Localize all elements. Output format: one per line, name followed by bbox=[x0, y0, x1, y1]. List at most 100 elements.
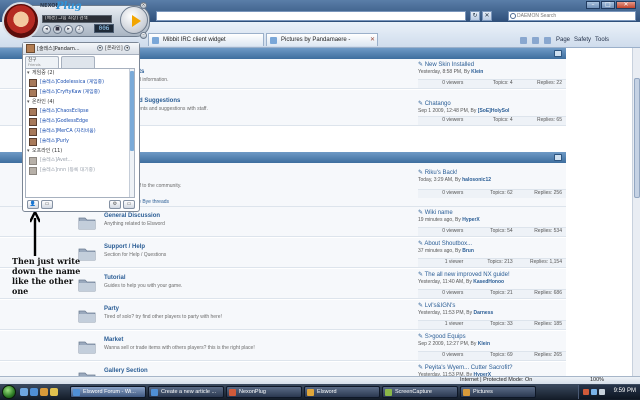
media-quicklaunch-icon[interactable] bbox=[50, 388, 58, 396]
friend-group-header[interactable]: 게임중 (2) bbox=[26, 69, 134, 78]
last-post: ✎ About Shoutbox... 37 minutes ago, By Br… bbox=[418, 240, 566, 254]
forum-title[interactable]: Tutorial bbox=[104, 275, 126, 281]
last-post-author[interactable]: [SoE]HolySol bbox=[478, 108, 510, 114]
stop-media-icon[interactable]: ■ bbox=[53, 25, 62, 34]
forum-title[interactable]: Gallery Section bbox=[104, 368, 148, 374]
user-avatar-icon[interactable] bbox=[26, 44, 35, 53]
status-select[interactable]: [온라인] ▾ bbox=[105, 45, 137, 53]
search-input[interactable]: DAEMON Search bbox=[508, 11, 636, 21]
friend-item[interactable]: [술레스]Codelessica (게임중) bbox=[26, 78, 134, 88]
forum-title[interactable]: Support / Help bbox=[104, 244, 145, 250]
taskbar-button[interactable]: Elsword Forum - Wi... bbox=[70, 386, 146, 398]
scrollbar-thumb[interactable] bbox=[634, 78, 640, 198]
last-post-author[interactable]: Brun bbox=[462, 248, 474, 254]
close-tab-icon[interactable]: ✕ bbox=[370, 34, 375, 46]
friend-item[interactable]: [술레스]GodlessEdge bbox=[26, 117, 134, 127]
friend-item[interactable]: [술레스]Purly bbox=[26, 137, 134, 147]
volume-icon[interactable] bbox=[599, 389, 605, 395]
minimize-button[interactable]: – bbox=[586, 1, 600, 9]
collapse-icon[interactable] bbox=[554, 154, 562, 161]
friend-item[interactable]: [술레스]MerCA (자리비움) bbox=[26, 127, 134, 137]
taskbar: Elsword Forum - Wi... Create a new articl… bbox=[0, 384, 640, 400]
tools-menu[interactable]: Tools bbox=[595, 37, 609, 43]
tab-mibbit[interactable]: Mibbit IRC client widget bbox=[148, 33, 264, 46]
zoom-level[interactable]: 100% bbox=[590, 377, 604, 384]
last-post-title[interactable]: ✎ Riku's Back! bbox=[418, 169, 566, 176]
safety-menu[interactable]: Safety bbox=[574, 37, 591, 43]
taskbar-button[interactable]: Create a new article ... bbox=[148, 386, 224, 398]
previous-icon[interactable]: ◂ bbox=[42, 25, 51, 34]
close-icon[interactable]: × bbox=[140, 2, 147, 9]
tab-other[interactable] bbox=[61, 56, 95, 68]
last-post-author[interactable]: HyperX bbox=[462, 217, 480, 223]
ie-quicklaunch-icon[interactable] bbox=[30, 388, 38, 396]
taskbar-button[interactable]: NexonPlug bbox=[226, 386, 302, 398]
clock[interactable]: 9:59 PM bbox=[614, 388, 636, 394]
home-icon[interactable] bbox=[520, 36, 527, 44]
last-post: ✎ Chatango Sep 1 2009, 12:48 PM, By [SoE… bbox=[418, 100, 566, 114]
close-window-button[interactable]: ✕ bbox=[616, 1, 636, 9]
start-button[interactable] bbox=[2, 385, 16, 399]
last-post-title[interactable]: ✎ Lvl's&IGN's bbox=[418, 302, 566, 309]
last-post-author[interactable]: halosonic12 bbox=[462, 177, 491, 183]
tab-pictures[interactable]: Pictures by Pandamaere - ✕ bbox=[266, 33, 378, 46]
network-icon[interactable] bbox=[591, 389, 597, 395]
folder-icon[interactable]: ▭ bbox=[123, 200, 135, 209]
address-bar[interactable] bbox=[156, 11, 466, 21]
avatar[interactable] bbox=[2, 2, 40, 40]
friend-list-scrollbar[interactable] bbox=[129, 69, 134, 197]
collapse-icon[interactable] bbox=[554, 50, 562, 57]
folder-quicklaunch-icon[interactable] bbox=[40, 388, 48, 396]
page-scrollbar[interactable] bbox=[632, 48, 640, 376]
last-post-author[interactable]: Darness bbox=[474, 310, 494, 316]
last-post-author[interactable]: KasedHonoo bbox=[473, 279, 504, 285]
friend-group-header[interactable]: 오프라인 (11) bbox=[26, 147, 134, 156]
friend-item[interactable]: [술레스]CryftyKaw (게임중) bbox=[26, 88, 134, 98]
print-icon[interactable] bbox=[544, 36, 551, 44]
feeds-icon[interactable] bbox=[532, 36, 539, 44]
chevron-down-icon[interactable]: ▾ bbox=[97, 45, 103, 51]
add-friend-icon[interactable]: 👤 bbox=[27, 200, 39, 209]
taskbar-button[interactable]: ScreenCapture bbox=[382, 386, 458, 398]
page-menu[interactable]: Page bbox=[556, 37, 570, 43]
play-button[interactable] bbox=[120, 6, 148, 34]
friend-item[interactable]: [술레스]ChaosEclipse bbox=[26, 107, 134, 117]
friend-group-header[interactable]: 온라인 (4) bbox=[26, 98, 134, 107]
friend-item[interactable]: [술레스]nnn (등록 대기중) bbox=[26, 166, 134, 176]
volume-knob-icon[interactable]: ♪ bbox=[75, 25, 84, 34]
tray-icon[interactable] bbox=[583, 389, 589, 395]
nexonplug-media-bar: NEXON Plug [배경] 그림 최상] 검색 ◂ ■ ▸ ♪ 006 × … bbox=[0, 0, 158, 42]
panel-footer: 👤 ▭ ⚙ ▭ bbox=[25, 199, 137, 211]
last-post-author[interactable]: Klein bbox=[478, 341, 490, 347]
show-desktop-icon[interactable] bbox=[20, 388, 28, 396]
forum-title[interactable]: Party bbox=[104, 306, 119, 312]
last-post-title[interactable]: ✎ Chatango bbox=[418, 100, 566, 107]
last-post-author[interactable]: Klein bbox=[471, 69, 483, 75]
forum-stats: 1 viewer Topics: 33 Replies: 185 bbox=[418, 320, 566, 329]
refresh-icon[interactable]: ↻ bbox=[470, 11, 480, 21]
last-post-title[interactable]: ✎ About Shoutbox... bbox=[418, 240, 566, 247]
chevron-down-icon: ▾ bbox=[124, 45, 131, 51]
taskbar-button[interactable]: Elsword bbox=[304, 386, 380, 398]
minimize-widget-icon[interactable]: – bbox=[140, 32, 147, 39]
friend-avatar-icon bbox=[29, 138, 37, 146]
scrollbar-thumb[interactable] bbox=[130, 71, 134, 151]
stop-icon[interactable]: ✕ bbox=[482, 11, 492, 21]
tab-friends[interactable]: 친구 Friends bbox=[25, 56, 59, 68]
add-group-icon[interactable]: ▭ bbox=[41, 200, 53, 209]
user-name[interactable]: [술레스]Pandam... bbox=[37, 45, 80, 52]
forum-folder-icon bbox=[78, 372, 96, 376]
maximize-button[interactable]: □ bbox=[601, 1, 615, 9]
taskbar-button[interactable]: Pictures bbox=[460, 386, 536, 398]
last-post-title[interactable]: ✎ New Skin Installed bbox=[418, 61, 566, 68]
next-icon[interactable]: ▸ bbox=[64, 25, 73, 34]
forum-title[interactable]: Market bbox=[104, 337, 123, 343]
friend-item[interactable]: [술레스]Avet... bbox=[26, 156, 134, 166]
settings-icon[interactable]: ⚙ bbox=[109, 200, 121, 209]
forum-description: Tired of solo? try find other players to… bbox=[104, 314, 222, 320]
last-post-title[interactable]: ✎ Peyita's Wyem... Cutter Sacrofit? bbox=[418, 364, 566, 371]
last-post-title[interactable]: ✎ S>good Equips bbox=[418, 333, 566, 340]
last-post-title[interactable]: ✎ The all new improved NX guide! bbox=[418, 271, 566, 278]
forum-stats: 0 viewers Topics: 54 Replies: 534 bbox=[418, 227, 566, 236]
last-post-title[interactable]: ✎ Wiki name bbox=[418, 209, 566, 216]
